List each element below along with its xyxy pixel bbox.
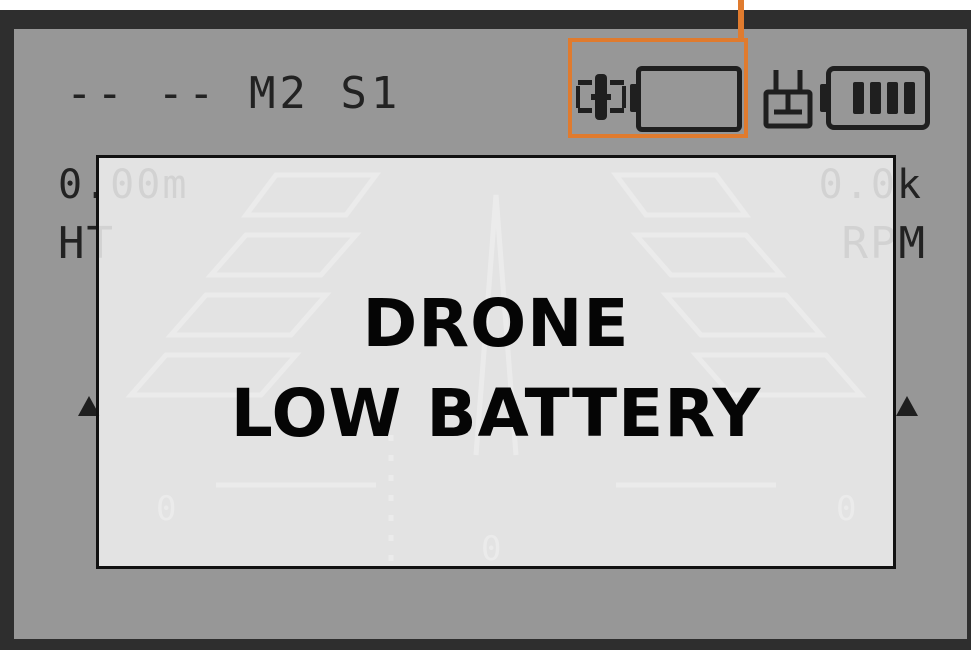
transmitter-battery-icon [826, 66, 930, 130]
alert-message: LOW BATTERY [230, 375, 762, 452]
low-battery-alert: DRONE LOW BATTERY [96, 155, 896, 569]
battery-bar [870, 82, 881, 114]
battery-bar [887, 82, 898, 114]
battery-bar [853, 82, 864, 114]
battery-highlight-box [568, 38, 748, 138]
alert-title: DRONE [362, 285, 630, 362]
mode-indicator: -- -- M2 S1 [66, 68, 402, 119]
transmitter-icon [763, 70, 813, 129]
callout-line [738, 0, 744, 40]
right-trim-marker [896, 396, 918, 416]
battery-bar [904, 82, 915, 114]
